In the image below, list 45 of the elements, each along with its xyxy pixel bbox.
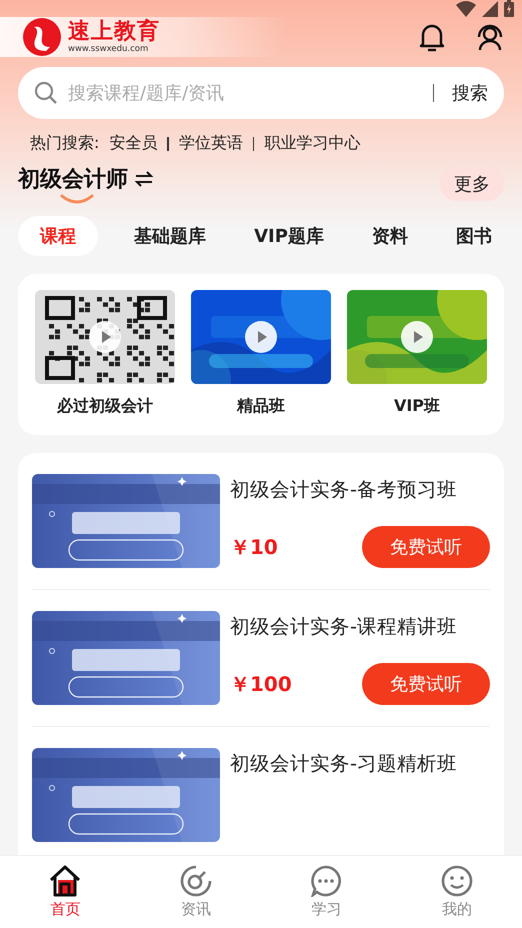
nav-tab[interactable]: 首页 <box>0 856 130 928</box>
bell-icon[interactable] <box>418 22 446 52</box>
user-icon[interactable] <box>476 23 504 51</box>
underline-decoration <box>60 194 94 204</box>
search-field[interactable]: 搜索课程/题库/资讯 搜索 <box>18 67 504 119</box>
category-tab[interactable]: 课程 <box>18 216 98 256</box>
hot-search-label: 热门搜索: <box>30 133 100 154</box>
course-price: ￥100 <box>230 670 292 698</box>
qr-code-icon <box>35 290 175 384</box>
subject-title: 初级会计师 <box>18 166 128 194</box>
logo-icon <box>22 17 62 57</box>
feature-label[interactable]: 精品班 <box>237 396 285 417</box>
free-trial-button[interactable]: 免费试听 <box>362 526 490 568</box>
switch-icon[interactable] <box>134 169 154 189</box>
play-icon[interactable] <box>245 321 277 353</box>
feature-label[interactable]: VIP班 <box>394 396 440 417</box>
play-icon[interactable] <box>401 321 433 353</box>
course-title[interactable]: 初级会计实务-习题精析班 <box>230 750 490 777</box>
battery-icon <box>504 0 514 17</box>
nav-tab[interactable]: 学习 <box>261 856 392 928</box>
course-price: ￥10 <box>230 534 278 560</box>
chat-icon <box>310 865 342 897</box>
category-tab[interactable]: 资料 <box>360 216 420 256</box>
search-icon <box>34 81 58 105</box>
home-icon <box>48 865 82 897</box>
nav-tab[interactable]: 我的 <box>392 856 522 928</box>
feature-label[interactable]: 必过初级会计 <box>57 396 153 417</box>
play-icon[interactable] <box>89 321 121 353</box>
search-button[interactable]: 搜索 <box>452 81 488 105</box>
more-button[interactable]: 更多 <box>440 167 504 201</box>
category-tab[interactable]: 基础题库 <box>122 216 218 256</box>
hot-search-link[interactable]: 职业学习中心 <box>264 133 360 154</box>
brand-url: www.sswxedu.com <box>68 44 150 54</box>
course-title[interactable]: 初级会计实务-备考预习班 <box>230 476 490 503</box>
course-title[interactable]: 初级会计实务-课程精讲班 <box>230 613 490 640</box>
smile-icon <box>440 865 473 897</box>
free-trial-button[interactable]: 免费试听 <box>362 663 490 705</box>
nav-tab[interactable]: 资讯 <box>130 856 261 928</box>
gauge-icon <box>180 865 212 897</box>
category-tab[interactable]: VIP题库 <box>242 216 336 256</box>
wifi-icon <box>456 0 476 16</box>
category-tab[interactable]: 图书 <box>444 216 504 256</box>
brand-name: 速上教育 <box>68 20 160 44</box>
hot-search-link[interactable]: 安全员 <box>109 133 158 154</box>
hot-search-link[interactable]: 学位英语 <box>178 133 243 154</box>
